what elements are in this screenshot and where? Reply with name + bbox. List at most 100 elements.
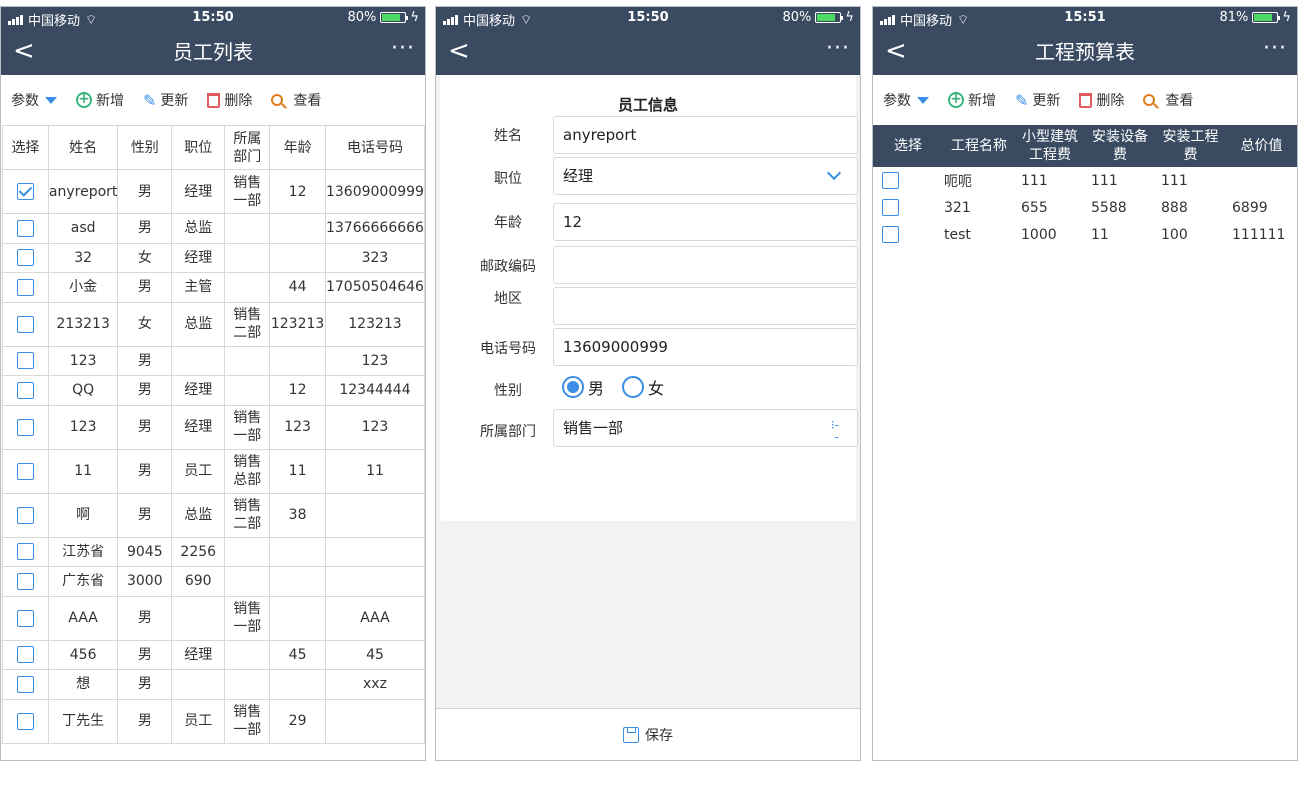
cell-phone: 13609000999 [324, 169, 425, 214]
age-input[interactable]: 12 [553, 203, 858, 241]
save-button[interactable]: 保存 [436, 708, 860, 760]
cell-total: 6899 [1232, 199, 1268, 216]
cell-install: 888 [1161, 199, 1188, 216]
position-select[interactable]: 经理 [553, 157, 858, 195]
gender-radio-female[interactable]: 女 [622, 375, 664, 399]
column-header: 总价值 [1226, 125, 1297, 167]
cell-age [269, 213, 326, 244]
cell-dept [224, 272, 271, 303]
row-checkbox[interactable] [16, 352, 34, 370]
row-checkbox[interactable] [16, 646, 34, 664]
name-input[interactable]: anyreport [553, 116, 858, 154]
cell-dept [224, 536, 271, 567]
row-checkbox[interactable] [16, 315, 34, 333]
cell-phone [324, 536, 425, 567]
row-checkbox[interactable] [16, 543, 34, 561]
cell-position: 总监 [171, 492, 226, 538]
cell-age: 123 [269, 404, 326, 450]
column-header: 性别 [117, 125, 173, 170]
table-row[interactable]: 广东省 3000 690 [2, 566, 425, 597]
column-header: 安装设备费 [1085, 125, 1155, 167]
row-checkbox[interactable] [16, 249, 34, 267]
cell-phone: 13766666666 [324, 213, 425, 244]
navbar: < 工程预算表 ··· [873, 29, 1297, 75]
back-button[interactable]: < [885, 37, 907, 65]
row-checkbox[interactable] [882, 172, 899, 189]
row-checkbox[interactable] [882, 226, 899, 243]
table-row[interactable]: 123 男经理 销售一部 123 123 [2, 404, 425, 450]
table-row[interactable]: 11 男员工 销售总部 11 11 [2, 448, 425, 494]
table-row[interactable]: 123 男 123 [2, 345, 425, 376]
param-dropdown[interactable]: 参数 [883, 90, 929, 110]
row-checkbox[interactable] [882, 199, 899, 216]
table-row[interactable]: 啊男总监 销售二部 38 [2, 492, 425, 538]
row-checkbox[interactable] [16, 219, 34, 237]
cell-gender: 女 [117, 242, 173, 273]
cell-name: 456 [47, 639, 119, 670]
cell-age [269, 566, 326, 597]
cell-age: 45 [269, 639, 326, 670]
row-checkbox[interactable] [16, 381, 34, 399]
table-row[interactable]: anyreport 男经理 销售一部 12 13609000999 [2, 169, 425, 214]
view-button[interactable]: 查看 [271, 90, 321, 110]
table-row[interactable]: AAA 男销售一部 AAA [2, 595, 425, 641]
update-button[interactable]: ✎ 更新 [143, 90, 188, 110]
postcode-input[interactable] [553, 246, 858, 284]
param-dropdown[interactable]: 参数 [11, 90, 57, 110]
more-button[interactable]: ··· [1263, 35, 1287, 63]
cell-name: 213213 [47, 301, 119, 347]
delete-button[interactable]: 删除 [207, 90, 252, 110]
back-button[interactable]: < [448, 37, 470, 65]
cell-age [269, 536, 326, 567]
table-row[interactable]: asd 男总监 13766666666 [2, 213, 425, 244]
row-checkbox[interactable] [16, 506, 34, 524]
table-row[interactable]: 丁先生男员工 销售一部 29 [2, 698, 425, 744]
phone-input[interactable]: 13609000999 [553, 328, 858, 366]
status-bar: 中国移动 ⌔ 15:50 80% ϟ [1, 7, 425, 29]
navbar: < 员工列表 ··· [1, 29, 425, 75]
row-checkbox[interactable] [16, 609, 34, 627]
cell-age [269, 242, 326, 273]
region-input[interactable] [553, 287, 858, 325]
back-button[interactable]: < [13, 37, 35, 65]
budget-table: 选择 工程名称 小型建筑工程费 安装设备费 安装工程费 总价值 呃呃 111 111 111 32… [873, 125, 1297, 248]
field-gender: 性别 男 女 [440, 371, 856, 409]
table-row[interactable]: 213213 女总监 销售二部 123213 123213 [2, 301, 425, 347]
add-button[interactable]: + 新增 [76, 90, 124, 110]
row-checkbox[interactable] [16, 712, 34, 730]
table-row[interactable]: test 1000 11 100 111111 [873, 221, 1297, 248]
table-row[interactable]: 想男 xxz [2, 669, 425, 700]
dept-picker[interactable]: 销售一部 ⁝‐ ‐ [553, 409, 858, 447]
cell-name: 呃呃 [944, 173, 972, 190]
cell-age: 44 [269, 272, 326, 303]
row-checkbox[interactable] [16, 418, 34, 436]
more-button[interactable]: ··· [391, 35, 415, 63]
table-row[interactable]: 小金男主管 44 17050504646 [2, 272, 425, 303]
table-row[interactable]: 江苏省 9045 2256 [2, 536, 425, 567]
table-row[interactable]: 32 女经理 323 [2, 242, 425, 273]
more-button[interactable]: ··· [826, 35, 850, 63]
table-row[interactable]: 321 655 5588 888 6899 [873, 194, 1297, 221]
delete-button[interactable]: 删除 [1079, 90, 1124, 110]
caret-down-icon [917, 96, 929, 104]
row-checkbox[interactable] [16, 572, 34, 590]
cell-phone: 123 [324, 345, 425, 376]
row-checkbox[interactable] [16, 183, 34, 200]
toolbar: 参数 + 新增 ✎ 更新 删除 查看 [873, 75, 1297, 125]
trash-icon [207, 92, 221, 108]
table-row[interactable]: QQ 男经理 12 12344444 [2, 375, 425, 406]
row-checkbox[interactable] [16, 675, 34, 693]
add-button[interactable]: + 新增 [948, 90, 996, 110]
view-button[interactable]: 查看 [1143, 90, 1193, 110]
caret-down-icon [45, 96, 57, 104]
table-row[interactable]: 456 男经理 45 45 [2, 639, 425, 670]
gender-radio-male[interactable]: 男 [562, 375, 604, 399]
row-checkbox[interactable] [16, 278, 34, 296]
row-checkbox[interactable] [16, 462, 34, 480]
table-row[interactable]: 呃呃 111 111 111 [873, 167, 1297, 194]
cell-install: 111 [1161, 172, 1188, 189]
column-header: 职位 [171, 125, 226, 170]
cell-age: 38 [269, 492, 326, 538]
update-button[interactable]: ✎ 更新 [1015, 90, 1060, 110]
cell-dept: 销售一部 [224, 169, 271, 214]
